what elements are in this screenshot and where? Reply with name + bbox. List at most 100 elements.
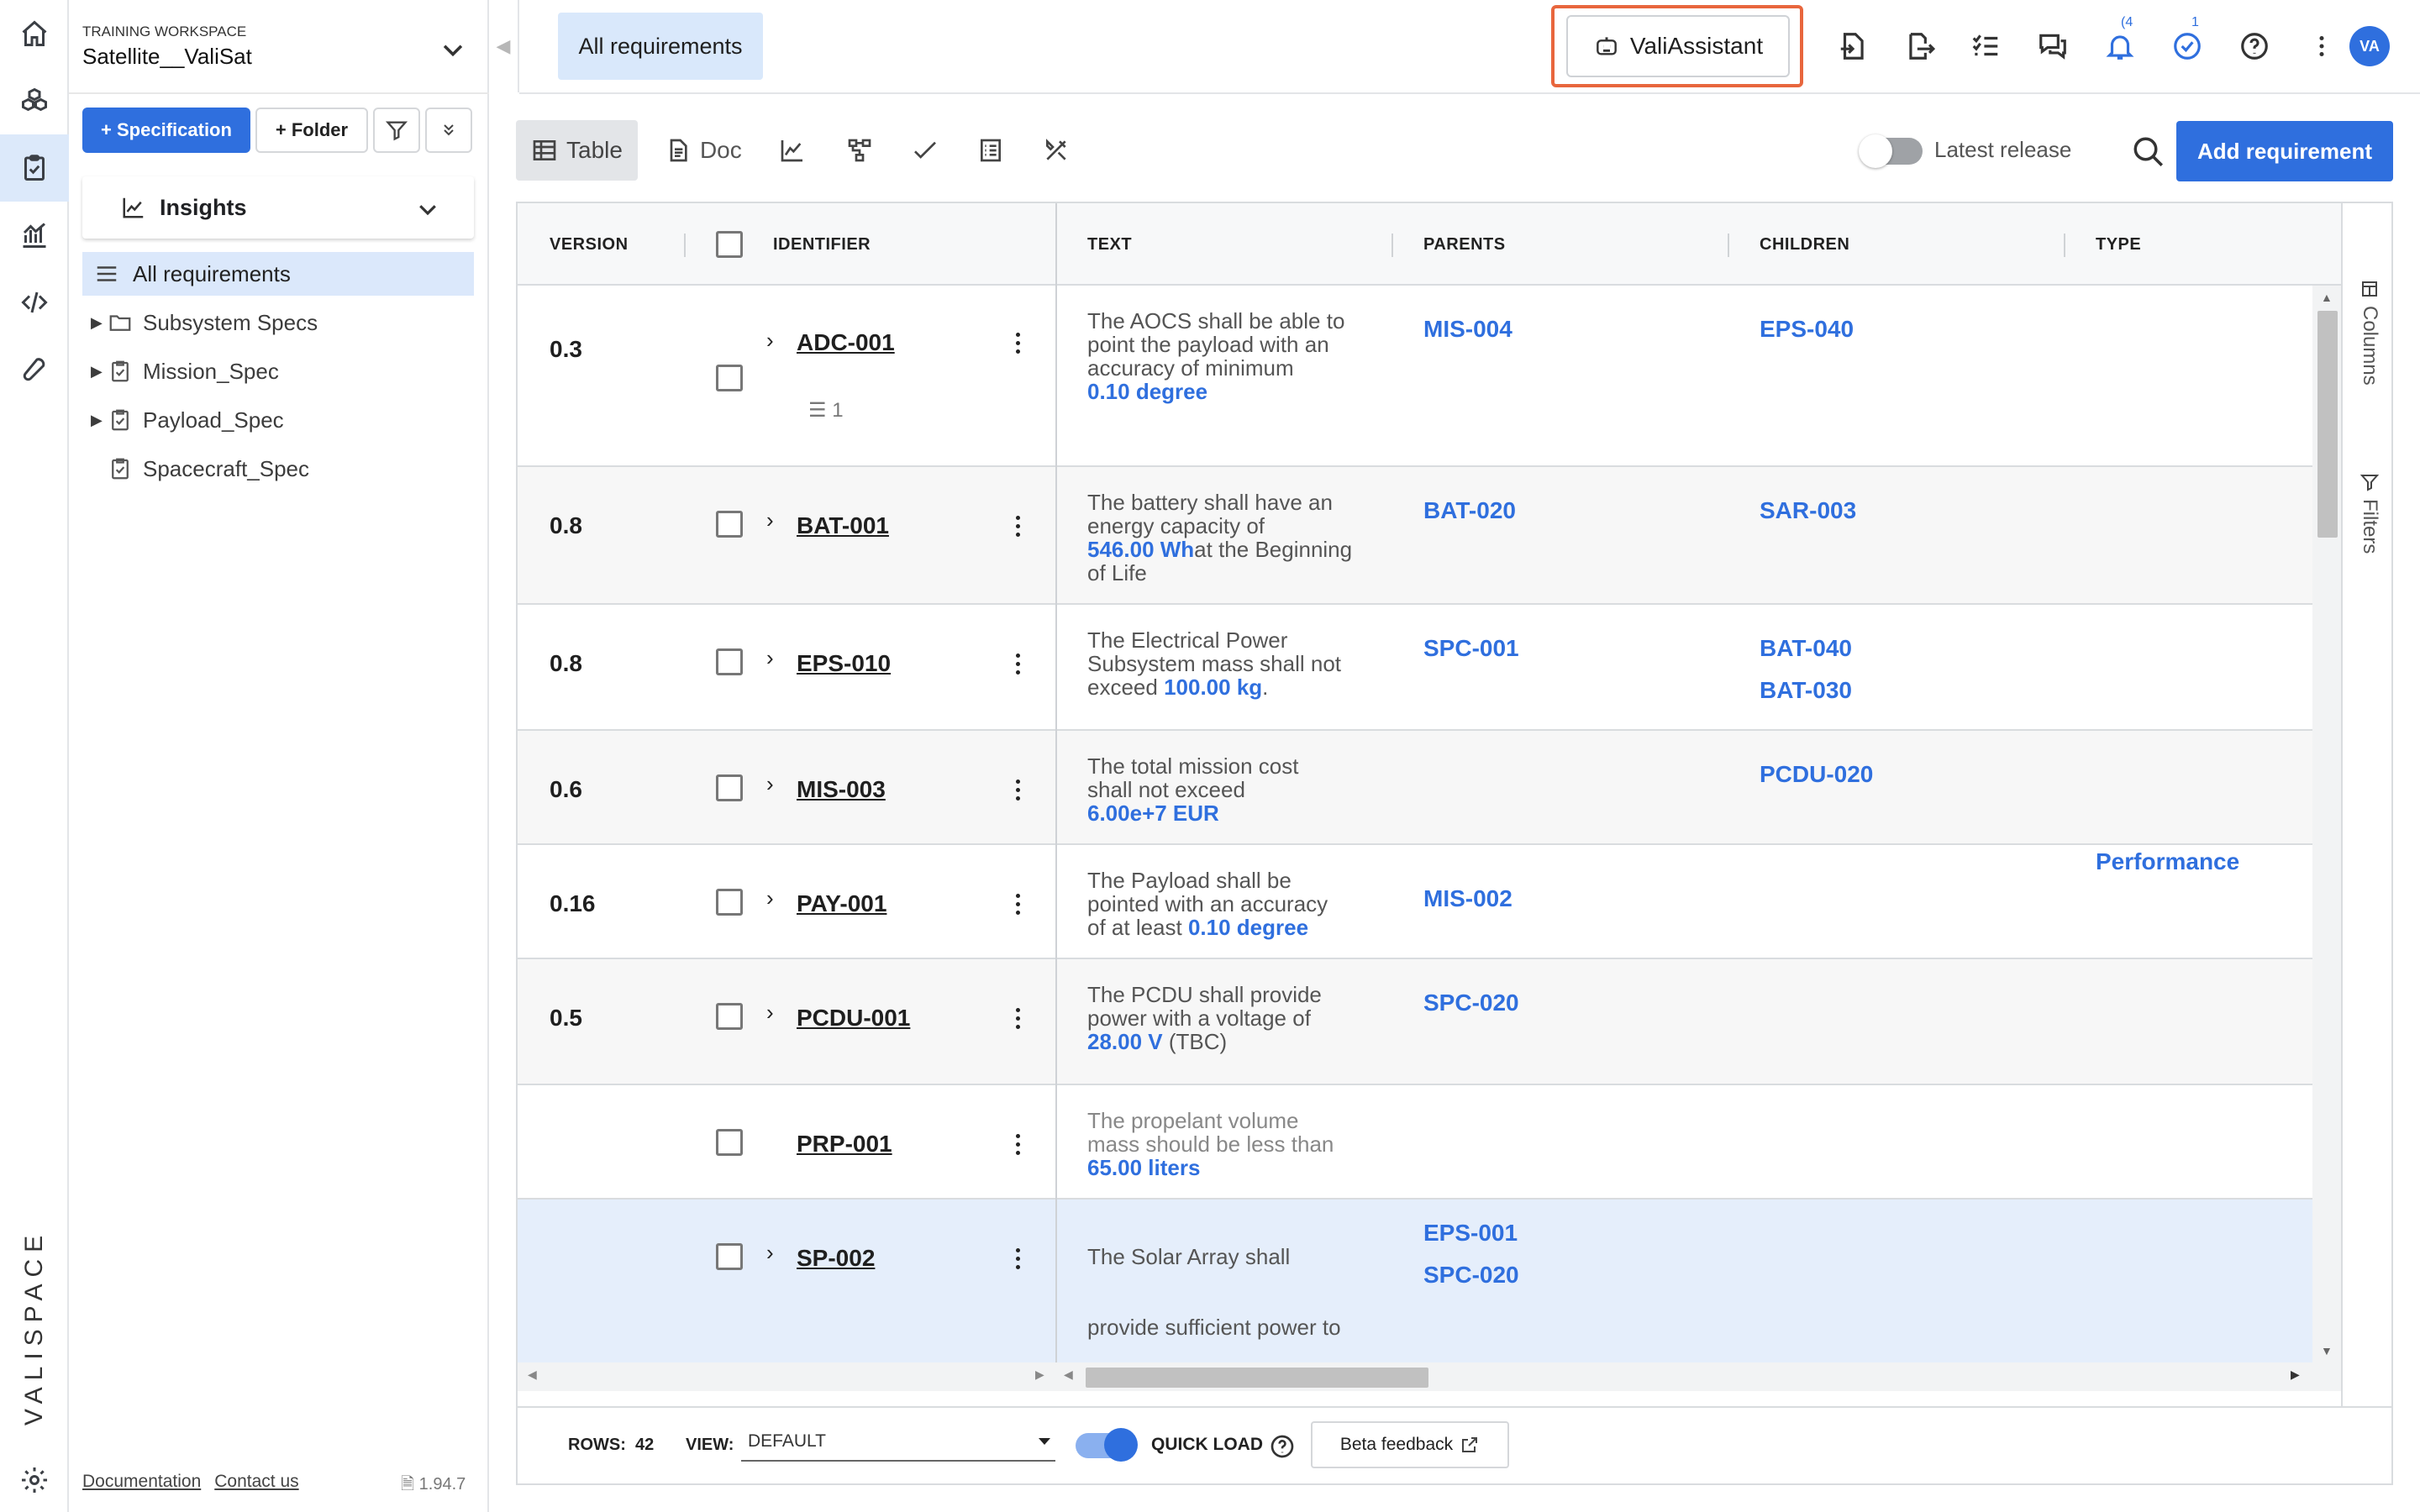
scroll-left-icon[interactable]: ◀ [528,1368,537,1382]
subtasks-indicator[interactable]: ☰ 1 [808,398,844,423]
column-resizer[interactable] [1728,234,1729,257]
tree-item-mission-spec[interactable]: ▶ Mission_Spec [82,349,474,393]
parent-link[interactable]: EPS-001 [1423,1220,1518,1247]
table-row[interactable]: 0.5 › PCDU-001 The PCDU shall provide po… [518,959,2312,1085]
import-icon[interactable] [1835,29,1870,64]
expand-chevron-icon[interactable]: › [766,328,774,354]
view-checklist[interactable] [962,120,1019,181]
avatar[interactable]: VA [2349,26,2390,66]
help-icon[interactable] [2237,29,2272,64]
row-checkbox[interactable] [716,1003,743,1030]
latest-release-toggle[interactable] [1859,134,1923,168]
row-checkbox[interactable] [716,1129,743,1156]
expand-chevron-icon[interactable]: › [766,645,774,671]
filters-panel-toggle[interactable]: Filters [2356,472,2383,554]
expand-chevron-icon[interactable]: › [766,771,774,797]
search-icon[interactable] [2131,134,2166,170]
row-menu-icon[interactable] [1013,333,1022,354]
table-row[interactable]: 0.8 › BAT-001 The battery shall have an … [518,467,2312,605]
row-checkbox[interactable] [716,889,743,916]
horizontal-scrollbar[interactable]: ◀ ▶ ◀ ▶ [518,1362,2341,1391]
row-menu-icon[interactable] [1013,516,1022,537]
view-tools[interactable] [1028,120,1085,181]
row-checkbox[interactable] [716,511,743,538]
child-link[interactable]: BAT-030 [1760,677,1852,704]
chart-icon[interactable] [0,202,69,269]
scroll-down-icon[interactable]: ▼ [2321,1344,2333,1357]
scroll-left-icon[interactable]: ◀ [1064,1368,1073,1382]
table-row[interactable]: PRP-001 The propelant volume mass should… [518,1085,2312,1200]
valiassistant-button[interactable]: ValiAssistant [1566,15,1790,77]
chat-icon[interactable] [2035,29,2070,64]
clipboard-check-icon[interactable] [0,134,69,202]
contact-us-link[interactable]: Contact us [214,1472,298,1492]
column-header-type[interactable]: TYPE [2096,203,2141,286]
table-row[interactable]: 0.8 › EPS-010 The Electrical Power Subsy… [518,605,2312,731]
row-menu-icon[interactable] [1013,894,1022,915]
expand-chevron-icon[interactable]: › [766,885,774,911]
vertical-scrollbar[interactable]: ▲ ▼ [2312,286,2341,1362]
expand-chevron-icon[interactable]: › [766,1240,774,1266]
bell-icon[interactable] [2102,29,2138,64]
row-identifier[interactable]: PAY-001 [797,890,886,917]
parent-link[interactable]: SPC-001 [1423,635,1519,662]
parent-link[interactable]: SPC-020 [1423,990,1519,1016]
column-header-text[interactable]: TEXT [1087,203,1132,286]
view-hierarchy[interactable] [831,120,888,181]
row-text[interactable]: The AOCS shall be able to point the payl… [1087,309,1373,403]
horizontal-scrollbar-thumb[interactable] [1086,1368,1428,1388]
row-text[interactable]: The PCDU shall provide power with a volt… [1087,983,1373,1053]
add-folder-button[interactable]: + Folder [255,108,368,153]
sidebar-item-all-requirements[interactable]: All requirements [82,252,474,296]
row-identifier[interactable]: ADC-001 [797,329,895,356]
row-menu-icon[interactable] [1013,1248,1022,1269]
checklist-icon[interactable] [1968,29,2003,64]
row-identifier[interactable]: SP-002 [797,1245,875,1272]
filter-button[interactable] [373,108,420,153]
code-icon[interactable] [0,269,69,336]
row-identifier[interactable]: MIS-003 [797,776,886,803]
scroll-right-icon[interactable]: ▶ [2291,1368,2300,1382]
add-specification-button[interactable]: + Specification [82,108,250,153]
row-text[interactable]: The propelant volume mass should be less… [1087,1109,1373,1179]
insights-panel[interactable]: Insights [82,176,474,239]
row-identifier[interactable]: PRP-001 [797,1131,892,1158]
scroll-up-icon[interactable]: ▲ [2321,291,2333,304]
row-text[interactable]: The total mission cost shall not exceed … [1087,754,1373,825]
table-row[interactable]: 0.3 › ADC-001 ☰ 1 The AOCS shall be able… [518,286,2312,467]
wrench-icon[interactable] [0,336,69,403]
tree-item-subsystem-specs[interactable]: ▶ Subsystem Specs [82,301,474,344]
column-resizer[interactable] [684,234,686,257]
parent-link[interactable]: SPC-020 [1423,1262,1519,1289]
chevron-down-icon[interactable] [415,197,440,222]
child-link[interactable]: BAT-040 [1760,635,1852,662]
gear-icon[interactable] [0,1446,69,1512]
row-text[interactable]: The Payload shall be pointed with an acc… [1087,869,1373,939]
row-menu-icon[interactable] [1013,1134,1022,1155]
collapse-all-button[interactable] [425,108,472,153]
row-checkbox[interactable] [716,774,743,801]
tree-item-payload-spec[interactable]: ▶ Payload_Spec [82,398,474,442]
row-identifier[interactable]: EPS-010 [797,650,891,677]
column-header-version[interactable]: VERSION [550,203,629,286]
tab-all-requirements[interactable]: All requirements [558,13,763,80]
child-link[interactable]: SAR-003 [1760,497,1856,524]
row-checkbox[interactable] [716,365,743,391]
expand-triangle-icon[interactable]: ▶ [82,412,108,429]
type-value[interactable]: Performance [2096,848,2239,875]
column-resizer[interactable] [1392,234,1393,257]
row-identifier[interactable]: BAT-001 [797,512,889,539]
row-text[interactable]: The Electrical Power Subsystem mass shal… [1087,628,1373,699]
add-requirement-button[interactable]: Add requirement [2176,121,2393,181]
collapse-sidebar-button[interactable]: ◀ [489,0,519,92]
table-row[interactable]: 0.6 › MIS-003 The total mission cost sha… [518,731,2312,845]
chevron-down-icon[interactable] [439,35,467,64]
parent-link[interactable]: MIS-004 [1423,316,1512,343]
home-icon[interactable] [0,0,69,67]
row-identifier[interactable]: PCDU-001 [797,1005,910,1032]
help-icon[interactable] [1269,1433,1296,1460]
row-text[interactable]: The battery shall have an energy capacit… [1087,491,1373,585]
columns-panel-toggle[interactable]: Columns [2356,279,2383,386]
column-header-identifier[interactable]: IDENTIFIER [773,203,871,286]
row-text[interactable]: The Solar Array shall provide sufficient… [1087,1245,1373,1339]
